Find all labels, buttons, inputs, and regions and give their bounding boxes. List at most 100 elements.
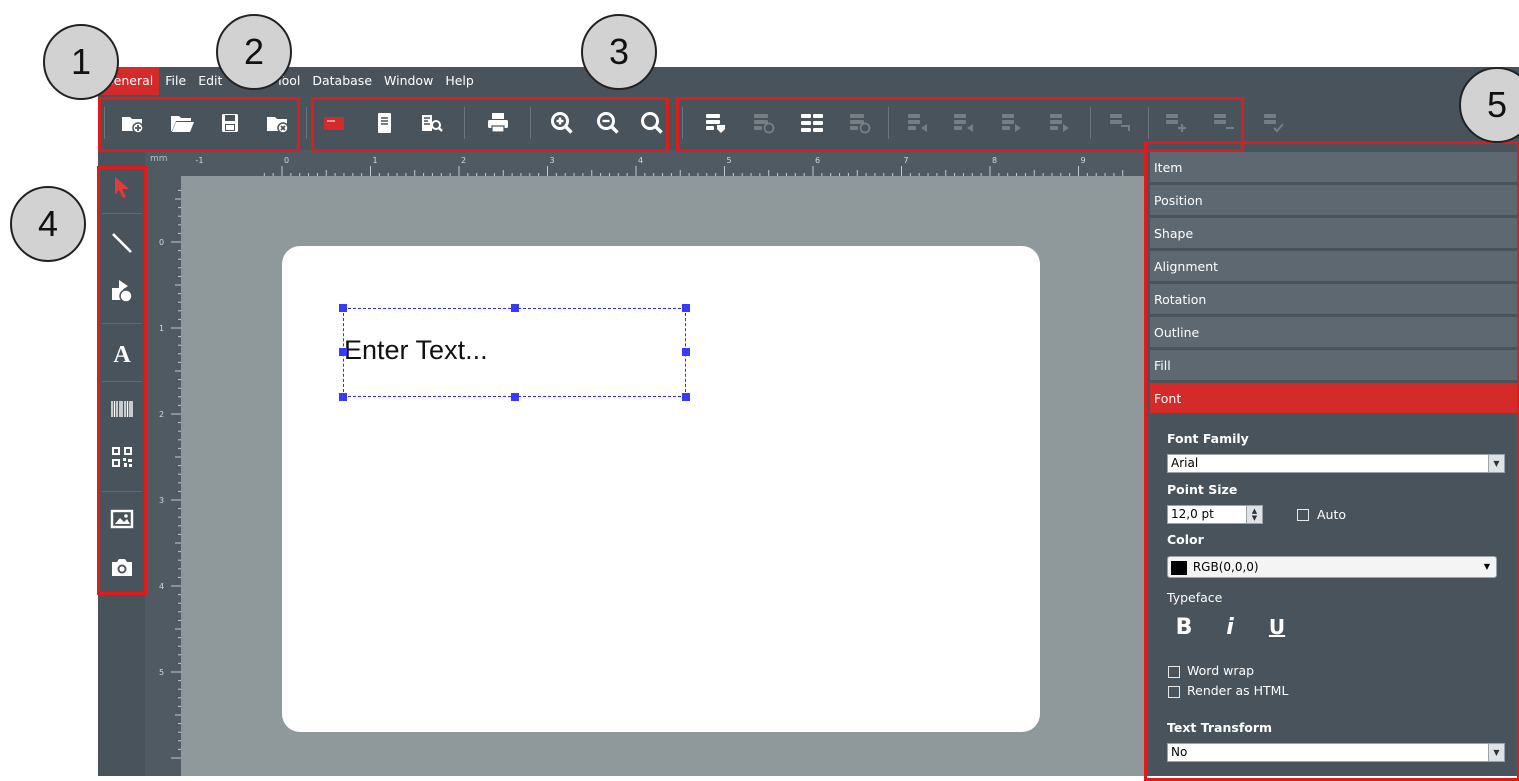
- ruler-unit: mm: [150, 154, 168, 164]
- ruler-h-label: 6: [815, 156, 820, 165]
- section-rotation[interactable]: Rotation: [1150, 284, 1519, 315]
- print-preview-icon[interactable]: [418, 109, 446, 137]
- line-tool-icon[interactable]: [102, 223, 142, 263]
- auto-size-checkbox[interactable]: [1297, 509, 1309, 521]
- text-transform-select[interactable]: No ▼: [1167, 743, 1505, 762]
- bold-button[interactable]: B: [1170, 615, 1198, 640]
- color-value: RGB(0,0,0): [1192, 560, 1259, 574]
- resize-handle-top[interactable]: [511, 304, 519, 312]
- label-view-icon[interactable]: [320, 109, 348, 137]
- db-disconnect-icon: [750, 109, 778, 137]
- ruler-h-label: 4: [638, 156, 643, 165]
- printer-icon[interactable]: [484, 109, 512, 137]
- tool-palette: A: [98, 165, 145, 776]
- word-wrap-checkbox[interactable]: [1168, 666, 1180, 678]
- resize-handle-top-right[interactable]: [682, 304, 690, 312]
- chevron-down-icon: ▼: [1483, 562, 1490, 571]
- point-size-label: Point Size: [1167, 482, 1238, 497]
- text-object[interactable]: Enter Text...: [343, 308, 686, 397]
- db-next-icon: [998, 109, 1026, 137]
- save-icon[interactable]: [216, 109, 244, 137]
- ruler-v-label: 5: [159, 668, 164, 677]
- render-html-checkbox[interactable]: [1168, 686, 1180, 698]
- ruler-h-label: 9: [1081, 156, 1086, 165]
- vertical-ruler: 0 1 2 3 4 5: [145, 176, 181, 776]
- db-refresh-icon: [846, 109, 874, 137]
- db-add-record-icon: [1162, 109, 1190, 137]
- color-select[interactable]: RGB(0,0,0) ▼: [1167, 556, 1497, 578]
- zoom-out-icon[interactable]: [594, 109, 622, 137]
- ruler-v-label: 1: [159, 324, 164, 333]
- ruler-v-label: 2: [159, 410, 164, 419]
- menu-help[interactable]: Help: [439, 67, 480, 95]
- font-family-value: Arial: [1171, 456, 1199, 470]
- image-tool-icon[interactable]: [102, 499, 142, 539]
- text-object-content[interactable]: Enter Text...: [344, 335, 488, 366]
- spin-arrows-icon[interactable]: ▲ ▼: [1246, 506, 1262, 523]
- font-family-select[interactable]: Arial ▼: [1167, 454, 1505, 473]
- color-swatch: [1171, 560, 1187, 575]
- ruler-h-label: 5: [727, 156, 732, 165]
- italic-button[interactable]: i: [1216, 615, 1244, 640]
- menu-file[interactable]: File: [159, 67, 192, 95]
- typeface-label: Typeface: [1167, 590, 1223, 605]
- horizontal-ruler: -1 0 1 2 3 4 5 6 7 8 9 mm: [145, 150, 1145, 176]
- underline-button[interactable]: U: [1263, 615, 1291, 639]
- resize-handle-top-left[interactable]: [339, 304, 347, 312]
- select-tool-icon[interactable]: [102, 167, 142, 207]
- resize-handle-left[interactable]: [339, 348, 347, 356]
- db-apply-icon: [1260, 109, 1288, 137]
- resize-handle-bottom-right[interactable]: [682, 393, 690, 401]
- callout-2: 2: [216, 14, 292, 90]
- open-folder-icon[interactable]: [168, 109, 196, 137]
- color-label: Color: [1167, 532, 1204, 547]
- resize-handle-bottom[interactable]: [511, 393, 519, 401]
- chevron-down-icon: ▼: [1488, 744, 1504, 761]
- svg-text:A: A: [113, 342, 131, 366]
- callout-1: 1: [43, 24, 119, 100]
- ruler-h-label: -1: [196, 156, 204, 165]
- ruler-h-label: 8: [992, 156, 997, 165]
- ruler-h-label: 7: [904, 156, 909, 165]
- db-connect-icon[interactable]: [702, 109, 730, 137]
- section-position[interactable]: Position: [1150, 185, 1519, 216]
- db-merge-icon[interactable]: [798, 109, 826, 137]
- render-html-label: Render as HTML: [1187, 683, 1289, 698]
- font-family-label: Font Family: [1167, 431, 1249, 446]
- resize-handle-right[interactable]: [682, 348, 690, 356]
- section-font[interactable]: Font: [1150, 383, 1519, 414]
- section-shape[interactable]: Shape: [1150, 218, 1519, 249]
- text-tool-icon[interactable]: A: [102, 333, 142, 373]
- word-wrap-label: Word wrap: [1187, 663, 1255, 678]
- section-alignment[interactable]: Alignment: [1150, 251, 1519, 282]
- ruler-v-label: 0: [159, 238, 164, 247]
- callout-4: 4: [10, 186, 86, 262]
- barcode-tool-icon[interactable]: [102, 389, 142, 429]
- db-delete-record-icon: [1210, 109, 1238, 137]
- new-document-icon[interactable]: [118, 109, 146, 137]
- resize-handle-bottom-left[interactable]: [339, 393, 347, 401]
- db-previous-icon: [950, 109, 978, 137]
- camera-tool-icon[interactable]: [102, 547, 142, 587]
- ruler-h-label: 3: [550, 156, 555, 165]
- close-document-icon[interactable]: [263, 109, 291, 137]
- ruler-v-label: 4: [159, 582, 164, 591]
- section-outline[interactable]: Outline: [1150, 317, 1519, 348]
- menu-database[interactable]: Database: [306, 67, 378, 95]
- document-view-icon[interactable]: [370, 109, 398, 137]
- db-first-icon: [904, 109, 932, 137]
- callout-3: 3: [581, 14, 657, 90]
- section-item[interactable]: Item: [1150, 152, 1519, 183]
- auto-size-label: Auto: [1317, 507, 1347, 522]
- zoom-in-icon[interactable]: [548, 109, 576, 137]
- menu-bar: General File Edit View Tool Database Win…: [98, 67, 1519, 95]
- qrcode-tool-icon[interactable]: [102, 437, 142, 477]
- menu-window[interactable]: Window: [378, 67, 439, 95]
- shapes-tool-icon[interactable]: [102, 271, 142, 311]
- zoom-fit-icon[interactable]: [638, 109, 666, 137]
- point-size-spinbox[interactable]: 12,0 pt ▲ ▼: [1167, 505, 1263, 524]
- section-fill[interactable]: Fill: [1150, 350, 1519, 381]
- chevron-down-icon: ▼: [1488, 455, 1504, 472]
- db-undo-icon: [1106, 109, 1134, 137]
- point-size-value: 12,0 pt: [1171, 507, 1214, 521]
